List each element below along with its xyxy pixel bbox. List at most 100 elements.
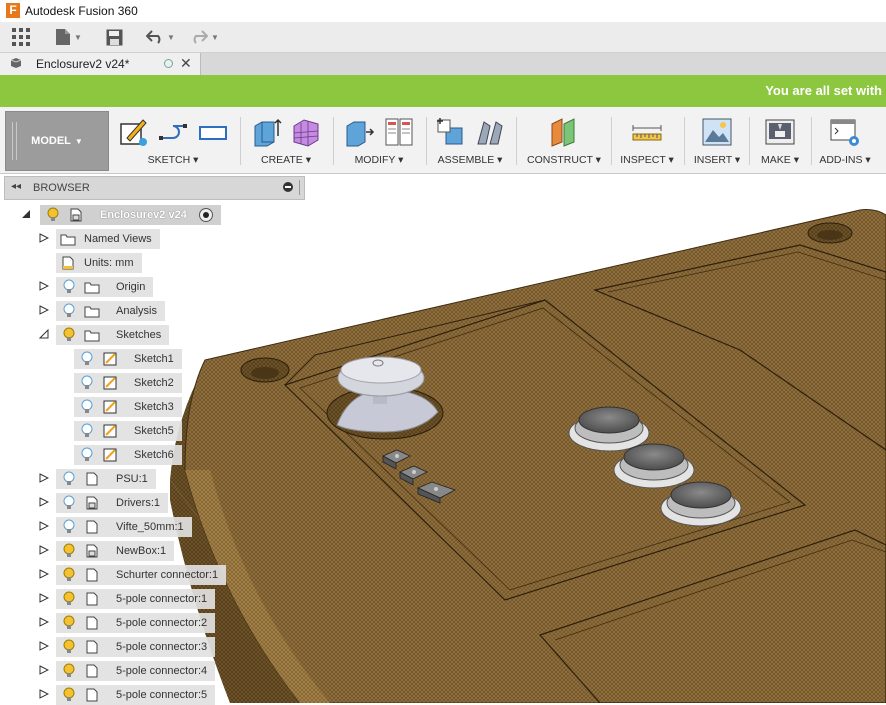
modify-group[interactable]: MODIFY ▾ <box>337 111 421 169</box>
tree-item-5-pole-connector-4[interactable]: 5-pole connector:4 <box>56 661 216 681</box>
active-radio-icon[interactable] <box>198 208 213 222</box>
tree-item-sketch3[interactable]: Sketch3 <box>74 397 182 417</box>
document-tab[interactable]: Enclosurev2 v24* ✕ <box>0 53 201 75</box>
3d-print-icon <box>765 119 795 145</box>
modify-group-label: MODIFY <box>354 154 396 166</box>
lightbulb-on-icon[interactable] <box>62 567 76 583</box>
sketch-group[interactable]: SKETCH ▾ <box>110 111 236 169</box>
file-icon <box>56 29 70 45</box>
lightbulb-off-icon[interactable] <box>62 519 76 535</box>
collapsed-triangle-icon[interactable] <box>39 233 49 243</box>
redo-button[interactable]: ▼ <box>190 26 219 48</box>
lightbulb-on-icon[interactable] <box>62 591 76 607</box>
lightbulb-off-icon[interactable] <box>80 447 94 463</box>
undo-button[interactable]: ▼ <box>146 26 175 48</box>
lightbulb-off-icon[interactable] <box>62 279 76 295</box>
tree-item-analysis[interactable]: Analysis <box>56 301 165 321</box>
new-component-icon <box>437 118 463 145</box>
quick-access-toolbar: ▼ ▼ ▼ <box>0 22 886 53</box>
create-group-label: CREATE <box>260 154 303 166</box>
tree-item-5-pole-connector-2[interactable]: 5-pole connector:2 <box>56 613 216 633</box>
tree-root-node[interactable]: Enclosurev2 v24 <box>40 205 221 225</box>
collapsed-triangle-icon[interactable] <box>39 689 49 699</box>
collapsed-triangle-icon[interactable] <box>39 521 49 531</box>
lightbulb-on-icon[interactable] <box>62 543 76 559</box>
collapsed-triangle-icon[interactable] <box>39 281 49 291</box>
tree-item-5-pole-connector-5[interactable]: 5-pole connector:5 <box>56 685 216 705</box>
redo-icon <box>193 30 208 44</box>
assemble-group[interactable]: ASSEMBLE ▾ <box>430 111 510 169</box>
lightbulb-off-icon[interactable] <box>80 351 94 367</box>
collapsed-triangle-icon[interactable] <box>39 473 49 483</box>
tree-item-label: Sketch3 <box>134 401 174 413</box>
collapsed-triangle-icon[interactable] <box>39 497 49 507</box>
tree-item-drivers[interactable]: Drivers:1 <box>56 493 169 513</box>
lightbulb-on-icon[interactable] <box>62 639 76 655</box>
tree-item-label: Schurter connector:1 <box>116 569 219 581</box>
parameters-icon <box>385 118 413 146</box>
folder-icon <box>84 282 100 294</box>
lightbulb-on-icon[interactable] <box>62 615 76 631</box>
lightbulb-off-icon[interactable] <box>80 399 94 415</box>
inspect-group[interactable]: INSPECT ▾ <box>614 111 680 169</box>
tree-item-label: 5-pole connector:3 <box>116 641 208 653</box>
collapsed-triangle-icon[interactable] <box>39 641 49 651</box>
minimize-panel-icon[interactable] <box>283 182 293 192</box>
close-icon[interactable]: ✕ <box>180 55 192 72</box>
tree-item-schurter-connector[interactable]: Schurter connector:1 <box>56 565 227 585</box>
tree-item-sketch6[interactable]: Sketch6 <box>74 445 182 465</box>
workspace-switcher[interactable]: MODEL ▼ <box>5 111 109 171</box>
chevron-down-icon: ▼ <box>211 32 219 42</box>
tree-item-sketch2[interactable]: Sketch2 <box>74 373 182 393</box>
toolbar-divider <box>333 117 334 165</box>
lightbulb-on-icon[interactable] <box>46 207 60 223</box>
construct-group[interactable]: CONSTRUCT ▾ <box>520 111 608 169</box>
lightbulb-off-icon[interactable] <box>80 375 94 391</box>
expanded-triangle-icon[interactable] <box>39 329 49 339</box>
collapsed-triangle-icon[interactable] <box>39 545 49 555</box>
browser-panel-header[interactable]: ◂◂ BROWSER <box>4 176 305 200</box>
make-group-label: MAKE <box>761 154 791 166</box>
collapsed-triangle-icon[interactable] <box>39 569 49 579</box>
data-panel-button[interactable] <box>12 26 30 48</box>
tree-item-vifte[interactable]: Vifte_50mm:1 <box>56 517 192 537</box>
lightbulb-on-icon[interactable] <box>62 663 76 679</box>
collapsed-triangle-icon[interactable] <box>39 617 49 627</box>
tree-item-origin[interactable]: Origin <box>56 277 154 297</box>
construct-group-label: CONSTRUCT <box>527 154 593 166</box>
tree-item-sketch5[interactable]: Sketch5 <box>74 421 182 441</box>
tree-item-label: Units: mm <box>84 257 134 269</box>
tree-item-units[interactable]: Units: mm <box>56 253 142 273</box>
create-group[interactable]: CREATE ▾ <box>244 111 328 169</box>
tree-item-5-pole-connector-3[interactable]: 5-pole connector:3 <box>56 637 216 657</box>
collapse-browser-icon[interactable]: ◂◂ <box>11 181 21 192</box>
workspace-label: MODEL <box>31 135 71 147</box>
lightbulb-off-icon[interactable] <box>62 303 76 319</box>
tree-item-newbox[interactable]: NewBox:1 <box>56 541 175 561</box>
file-menu-button[interactable]: ▼ <box>55 26 82 48</box>
toolbar-divider <box>240 117 241 165</box>
lightbulb-off-icon[interactable] <box>80 423 94 439</box>
lightbulb-on-icon[interactable] <box>62 327 76 343</box>
lightbulb-on-icon[interactable] <box>62 687 76 703</box>
lightbulb-off-icon[interactable] <box>62 495 76 511</box>
add-ins-group[interactable]: ADD-INS ▾ <box>813 111 877 169</box>
tree-item-sketches[interactable]: Sketches <box>56 325 170 345</box>
save-button[interactable] <box>106 26 123 48</box>
collapsed-triangle-icon[interactable] <box>39 593 49 603</box>
make-group[interactable]: MAKE ▾ <box>752 111 808 169</box>
tree-item-5-pole-connector-1[interactable]: 5-pole connector:1 <box>56 589 216 609</box>
tree-item-psu[interactable]: PSU:1 <box>56 469 156 489</box>
tree-item-named-views[interactable]: Named Views <box>56 229 160 249</box>
lightbulb-off-icon[interactable] <box>62 471 76 487</box>
tree-item-sketch1[interactable]: Sketch1 <box>74 349 182 369</box>
insert-group[interactable]: INSERT ▾ <box>688 111 746 169</box>
tree-item-label: 5-pole connector:2 <box>116 617 208 629</box>
collapsed-triangle-icon[interactable] <box>39 305 49 315</box>
collapsed-triangle-icon[interactable] <box>39 665 49 675</box>
grid-icon <box>12 28 30 46</box>
sketch-icon <box>103 448 117 462</box>
expanded-triangle-icon[interactable] <box>21 209 31 219</box>
tree-item-label: Drivers:1 <box>116 497 161 509</box>
component-icon <box>86 520 98 534</box>
